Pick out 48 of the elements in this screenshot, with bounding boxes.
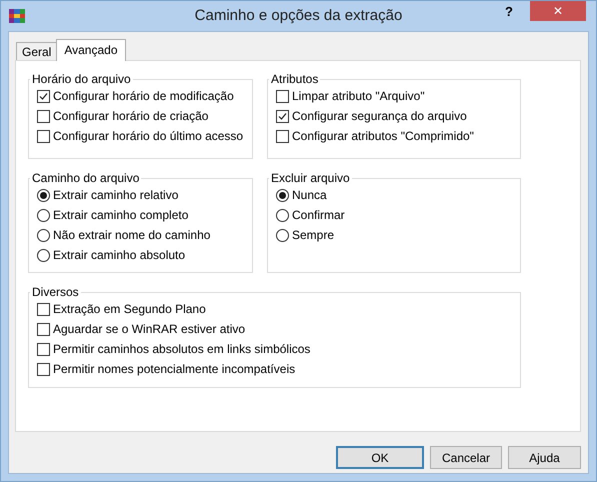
checkbox[interactable]: [37, 90, 50, 102]
option-label: Configurar segurança do arquivo: [292, 109, 467, 123]
checkbox[interactable]: [37, 342, 50, 356]
option-label: Extração em Segundo Plano: [53, 302, 206, 316]
window-title: Caminho e opções da extração: [194, 7, 402, 24]
checkbox[interactable]: [276, 90, 289, 102]
dialog-button[interactable]: Ajuda: [508, 446, 581, 469]
checkbox[interactable]: [37, 302, 50, 316]
dialog-button[interactable]: OK: [336, 446, 424, 469]
group-title: Horário do arquivo: [31, 72, 132, 86]
tab[interactable]: Geral: [16, 42, 58, 60]
checkbox[interactable]: [37, 322, 50, 336]
option-label: Sempre: [292, 228, 334, 242]
checkbox[interactable]: [37, 362, 50, 376]
option-label: Configurar horário de criação: [53, 109, 208, 123]
option-label: Limpar atributo "Arquivo": [292, 89, 425, 103]
checkbox[interactable]: [37, 130, 50, 142]
option-label: Permitir nomes potencialmente incompatíveis: [53, 362, 296, 376]
tab[interactable]: Avançado: [56, 39, 126, 61]
radio-button[interactable]: [37, 228, 50, 242]
close-button[interactable]: ✕: [530, 1, 586, 21]
checkbox[interactable]: [37, 110, 50, 122]
radio-button[interactable]: [37, 188, 50, 202]
radio-button[interactable]: [276, 188, 289, 202]
option-label: Extrair caminho completo: [53, 208, 188, 222]
radio-button[interactable]: [37, 248, 50, 262]
option-label: Extrair caminho relativo: [53, 188, 178, 202]
group-title: Excluir arquivo: [270, 171, 351, 185]
radio-button[interactable]: [276, 208, 289, 222]
radio-button[interactable]: [276, 228, 289, 242]
group-title: Caminho do arquivo: [31, 171, 140, 185]
option-label: Configurar horário do último acesso: [53, 129, 244, 143]
option-label: Nunca: [292, 188, 327, 202]
dialog-button[interactable]: Cancelar: [430, 446, 502, 469]
option-label: Permitir caminhos absolutos em links simbólicos: [53, 342, 310, 356]
radio-button[interactable]: [37, 208, 50, 222]
group-title: Atributos: [270, 72, 320, 86]
checkbox[interactable]: [276, 130, 289, 142]
group-title: Diversos: [31, 285, 80, 299]
app-icon: [9, 8, 25, 24]
option-label: Não extrair nome do caminho: [53, 228, 210, 242]
option-label: Confirmar: [292, 208, 345, 222]
option-label: Configurar horário de modificação: [53, 89, 234, 103]
option-label: Aguardar se o WinRAR estiver ativo: [53, 322, 246, 336]
checkbox[interactable]: [276, 110, 289, 122]
option-label: Configurar atributos "Comprimido": [292, 129, 474, 143]
option-label: Extrair caminho absoluto: [53, 248, 186, 262]
help-button[interactable]: ?: [496, 1, 522, 21]
